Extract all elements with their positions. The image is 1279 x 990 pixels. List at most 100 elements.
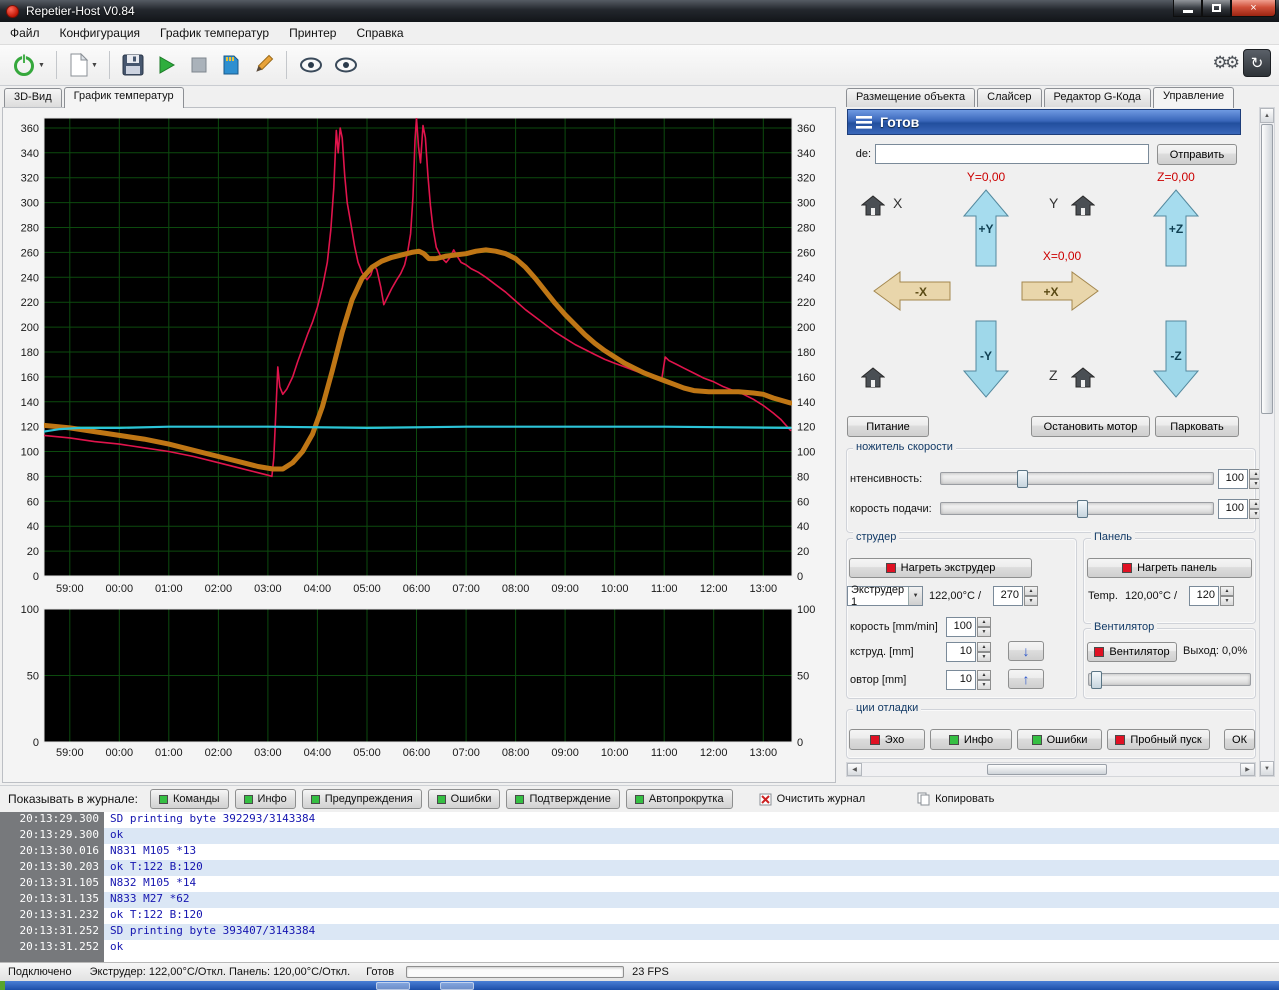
load-button[interactable]: ▼ [65,49,101,81]
rotate-view-button[interactable]: ↻ [1243,49,1271,77]
copy-log-button[interactable]: Копировать [911,792,1000,806]
intensity-value[interactable]: 100 [1218,469,1248,489]
feedrate-spinner[interactable]: 100 ▲ ▼ [1218,499,1263,519]
show-filament-button[interactable] [295,49,327,81]
printer-settings-button[interactable]: ⚙⚙ [1213,53,1241,73]
show-travel-button[interactable] [330,49,362,81]
scrollbar-thumb[interactable] [987,764,1107,775]
stop-motor-button[interactable]: Остановить мотор [1031,416,1150,437]
jog-minus-y-button[interactable]: -Y [963,320,1009,398]
scrollbar-thumb[interactable] [1261,124,1273,414]
jog-plus-x-button[interactable]: +X [1021,271,1099,311]
extruder-speed-value[interactable]: 100 [946,617,976,637]
extrude-length-value[interactable]: 10 [946,642,976,662]
minimize-button[interactable] [1173,0,1202,17]
extrude-button[interactable]: ↓ [1008,641,1044,661]
clear-log-button[interactable]: Очистить журнал [753,793,872,806]
extruder-speed-spinner[interactable]: 100 ▲ ▼ [946,617,991,637]
heat-bed-button[interactable]: Нагреть панель [1087,558,1252,578]
taskbar-button[interactable] [376,982,410,990]
errors-toggle-button[interactable]: Ошибки [1017,729,1102,750]
retract-length-spinner[interactable]: 10 ▲ ▼ [946,670,991,690]
jog-plus-y-button[interactable]: +Y [963,189,1009,267]
tab-temp-graph[interactable]: График температур [63,87,184,108]
spin-down-icon[interactable]: ▼ [977,680,991,690]
heat-extruder-button[interactable]: Нагреть экструдер [849,558,1032,578]
extrude-length-spinner[interactable]: 10 ▲ ▼ [946,642,991,662]
filter-ack-button[interactable]: Подтверждение [506,789,620,809]
filter-info-button[interactable]: Инфо [234,789,296,809]
home-z-button[interactable] [1071,366,1095,388]
panel-vertical-scrollbar[interactable]: ▲ ▼ [1259,107,1275,777]
menu-file[interactable]: Файл [0,23,50,43]
stop-job-button[interactable] [184,49,214,81]
spin-down-icon[interactable]: ▼ [977,627,991,637]
park-button[interactable]: Парковать [1155,416,1239,437]
slider-thumb[interactable] [1077,500,1088,518]
sd-card-button[interactable] [217,49,245,81]
fan-speed-slider[interactable] [1088,671,1251,689]
spin-up-icon[interactable]: ▲ [977,670,991,680]
tab-control[interactable]: Управление [1152,87,1235,108]
spin-up-icon[interactable]: ▲ [1024,586,1038,596]
home-x-button[interactable] [861,194,885,216]
tab-3d-view[interactable]: 3D-Вид [4,88,62,107]
log-area[interactable]: 20:13:29.300 SD printing byte 392293/3143… [0,812,1279,962]
gcode-input[interactable] [875,144,1149,164]
send-gcode-button[interactable]: Отправить [1157,144,1237,165]
filter-commands-button[interactable]: Команды [149,789,229,809]
intensity-slider[interactable] [940,470,1214,488]
menu-temp-graph[interactable]: График температур [150,23,279,43]
run-job-button[interactable] [151,49,181,81]
slider-thumb[interactable] [1016,470,1028,488]
scroll-up-button[interactable]: ▲ [1260,108,1274,123]
retract-button[interactable]: ↑ [1008,669,1044,689]
scroll-down-button[interactable]: ▼ [1260,761,1274,776]
close-button[interactable]: × [1231,0,1276,17]
extruder-target-value[interactable]: 270 [993,586,1023,606]
spin-down-icon[interactable]: ▼ [1220,596,1234,606]
jog-minus-z-button[interactable]: -Z [1153,320,1199,398]
bed-target-value[interactable]: 120 [1189,586,1219,606]
save-job-button[interactable] [118,49,148,81]
scroll-left-button[interactable]: ◀ [847,763,862,776]
connect-button[interactable]: ▼ [8,49,48,81]
jog-minus-x-button[interactable]: -X [873,271,951,311]
taskbar-button[interactable] [440,982,474,990]
fan-toggle-button[interactable]: Вентилятор [1087,642,1177,662]
filter-errors-button[interactable]: Ошибки [427,789,501,809]
spin-down-icon[interactable]: ▼ [1024,596,1038,606]
feedrate-value[interactable]: 100 [1218,499,1248,519]
echo-toggle-button[interactable]: Эхо [849,729,925,750]
spin-up-icon[interactable]: ▲ [977,617,991,627]
filter-warnings-button[interactable]: Предупреждения [301,789,422,809]
info-toggle-button[interactable]: Инфо [930,729,1012,750]
spin-up-icon[interactable]: ▲ [977,642,991,652]
jog-plus-z-button[interactable]: +Z [1153,189,1199,267]
tab-object-placement[interactable]: Размещение объекта [846,88,976,107]
bed-target-spinner[interactable]: 120 ▲ ▼ [1189,586,1234,606]
spin-down-icon[interactable]: ▼ [977,652,991,662]
extruder-select[interactable]: Экструдер 1 ▼ [847,584,923,608]
scroll-right-button[interactable]: ▶ [1240,763,1255,776]
home-y-button[interactable] [1071,194,1095,216]
home-all-button[interactable] [861,366,885,388]
edit-gcode-button[interactable] [248,49,278,81]
maximize-button[interactable] [1202,0,1231,17]
filter-autoscroll-button[interactable]: Автопрокрутка [625,789,733,809]
intensity-spinner[interactable]: 100 ▲ ▼ [1218,469,1263,489]
panel-horizontal-scrollbar[interactable]: ◀ ▶ [846,762,1256,777]
menu-printer[interactable]: Принтер [279,23,346,43]
extruder-target-spinner[interactable]: 270 ▲ ▼ [993,586,1038,606]
slider-thumb[interactable] [1091,671,1103,689]
dry-run-toggle-button[interactable]: Пробный пуск [1107,729,1210,750]
tab-slicer[interactable]: Слайсер [977,88,1042,107]
menu-config[interactable]: Конфигурация [50,23,151,43]
ok-button[interactable]: ОК [1224,729,1255,750]
menu-help[interactable]: Справка [346,23,413,43]
retract-length-value[interactable]: 10 [946,670,976,690]
spin-up-icon[interactable]: ▲ [1220,586,1234,596]
feedrate-slider[interactable] [940,500,1214,518]
power-button[interactable]: Питание [847,416,929,437]
tab-gcode-editor[interactable]: Редактор G-Кода [1043,88,1151,107]
